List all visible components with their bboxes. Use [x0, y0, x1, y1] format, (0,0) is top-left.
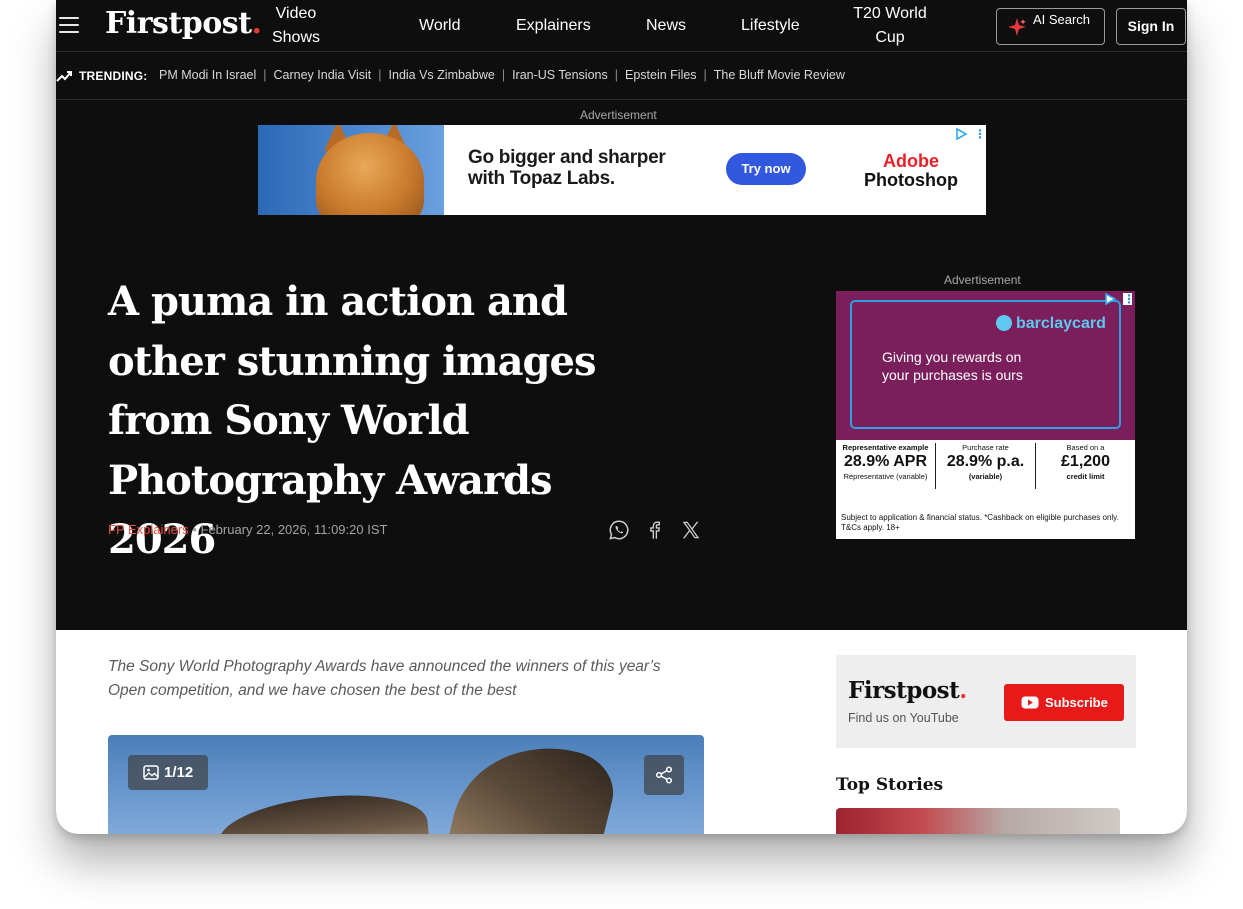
ad-brand: Adobe Photoshop [864, 151, 958, 190]
article-author[interactable]: FP Explainers [108, 522, 189, 537]
advertisement-label: Advertisement [944, 273, 1021, 287]
photo-gallery[interactable]: 1/12 [108, 735, 704, 834]
trending-item[interactable]: PM Modi In Israel [159, 68, 256, 82]
trending-arrow-icon [56, 71, 72, 82]
sign-in-button[interactable]: Sign In [1116, 8, 1186, 45]
share-icons [608, 519, 702, 541]
topaz-banner-ad[interactable]: Go bigger and sharper with Topaz Labs. T… [258, 125, 986, 215]
trending-list: PM Modi In Israel | Carney India Visit | I… [159, 68, 845, 82]
image-icon [143, 765, 159, 780]
youtube-icon [1021, 696, 1039, 709]
trending-label: TRENDING: [79, 69, 148, 83]
gallery-counter[interactable]: 1/12 [128, 755, 208, 790]
divider: | [501, 68, 506, 82]
rate-column: Based on a £1,200 credit limit [1035, 443, 1135, 489]
trending-item[interactable]: Epstein Files [625, 68, 697, 82]
meta-separator: • [192, 522, 197, 537]
barclaycard-ad[interactable]: barclaycard Giving you rewards on your p… [836, 291, 1135, 539]
ad-options-icon[interactable]: ⋮ [1123, 293, 1135, 305]
youtube-card: Firstpost. Find us on YouTube Subscribe [836, 655, 1136, 748]
trending-item[interactable]: Iran-US Tensions [512, 68, 608, 82]
story-thumbnail[interactable] [836, 808, 1120, 834]
try-now-button[interactable]: Try now [726, 153, 806, 185]
article-meta: FP Explainers • February 22, 2026, 11:09… [108, 522, 387, 537]
browser-window: Firstpost. Video Shows World Explainers … [56, 0, 1187, 834]
article-body: The Sony World Photography Awards have a… [56, 630, 1187, 834]
cat-image [258, 125, 444, 215]
ai-search-button[interactable]: AI Search [996, 8, 1105, 45]
rate-table: Representative example 28.9% APR Represe… [836, 443, 1135, 489]
youtube-caption: Find us on YouTube [848, 711, 959, 725]
bird-wing-image [444, 735, 622, 834]
nav-item-world[interactable]: World [419, 14, 461, 38]
divider: | [614, 68, 618, 82]
nav-item-lifestyle[interactable]: Lifestyle [741, 14, 800, 38]
ad-headline: Go bigger and sharper with Topaz Labs. [468, 147, 666, 189]
x-twitter-icon[interactable] [680, 519, 702, 541]
trending-item[interactable]: Carney India Visit [274, 68, 372, 82]
nav-item-explainers[interactable]: Explainers [516, 14, 591, 38]
share-icon [655, 766, 673, 784]
nav-item-t20-world-cup[interactable]: T20 World Cup [840, 2, 940, 50]
nav-item-video-shows[interactable]: Video Shows [254, 2, 338, 50]
youtube-subscribe-button[interactable]: Subscribe [1004, 684, 1124, 721]
advertisement-label: Advertisement [580, 108, 657, 122]
top-stories-heading: Top Stories [836, 775, 944, 795]
divider: | [703, 68, 707, 82]
rate-column: Representative example 28.9% APR Represe… [842, 443, 929, 481]
bird-wing-image [214, 786, 432, 834]
menu-icon[interactable] [59, 17, 79, 33]
rate-column: Purchase rate 28.9% p.a. (variable) [935, 443, 1035, 489]
nav-item-news[interactable]: News [646, 14, 686, 38]
facebook-icon[interactable] [644, 519, 666, 541]
ai-search-label: AI Search [1032, 12, 1091, 27]
firstpost-logo[interactable]: Firstpost. [848, 677, 967, 704]
whatsapp-icon[interactable] [608, 519, 630, 541]
article-date: February 22, 2026, 11:09:20 IST [200, 522, 388, 537]
trending-bar: TRENDING: PM Modi In Israel | Carney Indi… [56, 53, 1187, 100]
barclaycard-logo: barclaycard [996, 315, 1106, 333]
sparkle-icon [1008, 18, 1026, 36]
adchoices-icon[interactable] [1104, 293, 1117, 305]
top-navigation: Firstpost. Video Shows World Explainers … [56, 0, 1187, 52]
gallery-share-button[interactable] [644, 755, 684, 795]
firstpost-logo[interactable]: Firstpost. [105, 6, 262, 41]
divider: | [378, 68, 382, 82]
ad-options-icon[interactable]: ⋮ [974, 128, 986, 140]
adchoices-icon[interactable] [955, 128, 968, 140]
trending-item[interactable]: India Vs Zimbabwe [389, 68, 495, 82]
ad-fine-print: Subject to application & financial statu… [841, 513, 1119, 532]
ad-tagline: Giving you rewards on your purchases is … [882, 349, 1023, 383]
trending-item[interactable]: The Bluff Movie Review [714, 68, 845, 82]
article-lede: The Sony World Photography Awards have a… [108, 658, 661, 699]
divider: | [263, 68, 267, 82]
